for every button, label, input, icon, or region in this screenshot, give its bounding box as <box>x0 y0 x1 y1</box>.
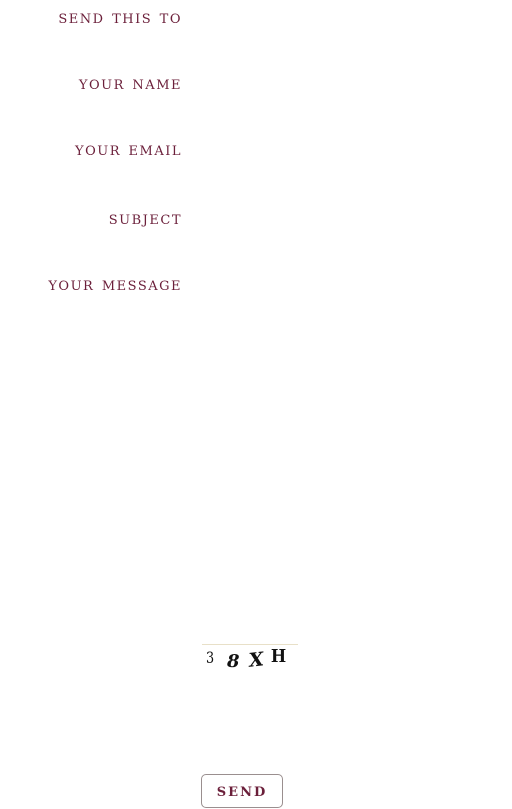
captcha-image: 3 8 X H <box>202 644 298 672</box>
subject-field[interactable] <box>200 205 504 233</box>
send-to-field[interactable] <box>200 4 504 32</box>
name-field[interactable] <box>200 70 504 98</box>
captcha-char: H <box>270 646 287 667</box>
name-label: YOUR NAME <box>78 72 182 94</box>
captcha-char: 3 <box>206 648 215 667</box>
send-to-label: SEND THIS TO <box>58 6 182 28</box>
send-button[interactable]: SEND <box>201 774 283 808</box>
email-label: YOUR EMAIL <box>75 138 182 160</box>
captcha-char: 8 <box>227 651 240 672</box>
message-textarea[interactable] <box>200 272 504 606</box>
captcha-char: X <box>247 648 265 672</box>
email-field[interactable] <box>200 136 504 164</box>
subject-label: SUBJECT <box>108 207 182 229</box>
message-label: YOUR MESSAGE <box>48 273 182 295</box>
